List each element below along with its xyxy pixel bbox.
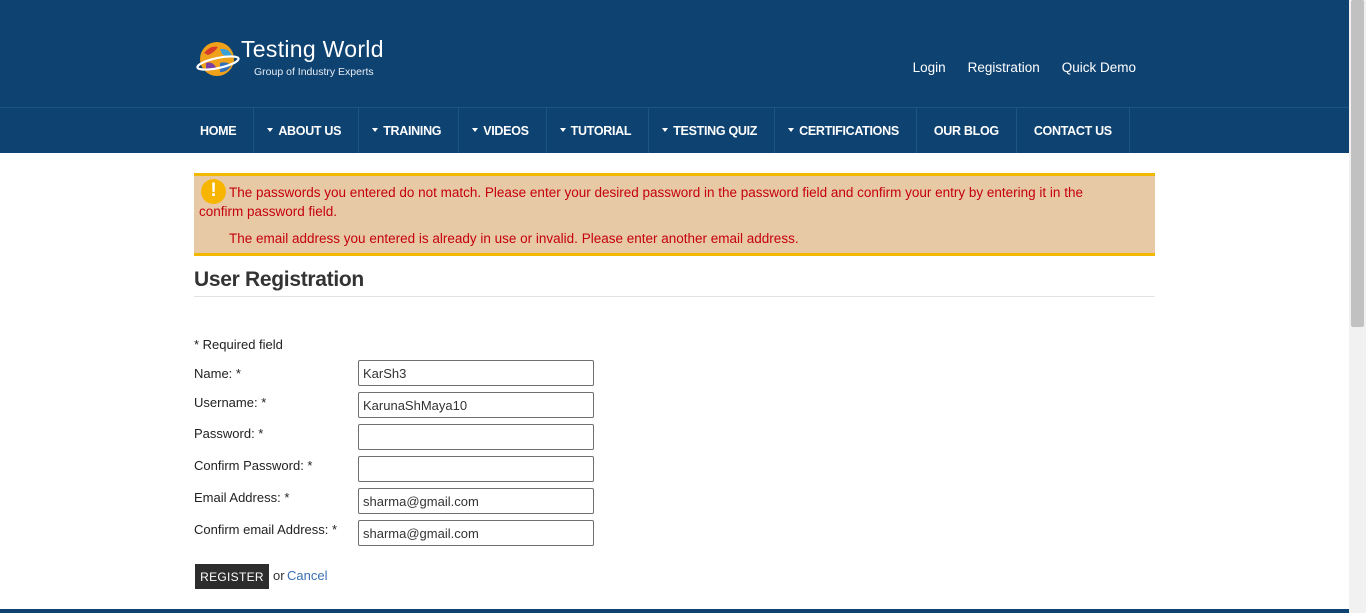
registration-link[interactable]: Registration (968, 60, 1040, 75)
scrollbar-thumb[interactable] (1351, 0, 1364, 327)
caret-down-icon (559, 127, 566, 132)
password-mismatch-error: The passwords you entered do not match. … (199, 185, 1083, 219)
nav-contact-us-label: CONTACT US (1033, 123, 1112, 138)
site-logo[interactable]: Testing World Group of Industry Experts (196, 36, 406, 82)
caret-down-icon (267, 127, 274, 132)
nav-about-us-label: ABOUT US (278, 123, 342, 138)
password-label: Password: * (194, 426, 264, 441)
login-link[interactable]: Login (913, 60, 946, 75)
logo-title: Testing World (241, 36, 384, 62)
caret-down-icon (472, 127, 479, 132)
page-title: User Registration (194, 268, 364, 291)
nav-contact-us[interactable]: CONTACT US (1017, 108, 1130, 153)
nav-home-label: HOME (200, 123, 237, 138)
logo-subtitle: Group of Industry Experts (254, 66, 374, 78)
header-links: Login Registration Quick Demo (891, 60, 1136, 75)
username-label: Username: * (194, 395, 267, 410)
name-label: Name: * (194, 366, 241, 381)
page: Testing World Group of Industry Experts … (0, 0, 1366, 613)
footer-strip (0, 609, 1349, 613)
or-separator: or (273, 568, 285, 583)
error-message-box: The passwords you entered do not match. … (194, 173, 1155, 256)
title-divider (194, 296, 1155, 297)
nav-testing-quiz-label: TESTING QUIZ (673, 123, 758, 138)
site-header: Testing World Group of Industry Experts … (0, 0, 1349, 107)
name-input[interactable] (358, 360, 594, 386)
caret-down-icon (372, 127, 379, 132)
nav-tutorial-label: TUTORIAL (570, 123, 632, 138)
username-input[interactable] (358, 392, 594, 418)
globe-logo-icon (196, 42, 240, 76)
nav-training[interactable]: TRAINING (359, 108, 460, 153)
nav-videos[interactable]: VIDEOS (459, 108, 547, 153)
email-in-use-error: The email address you entered is already… (229, 231, 799, 246)
nav-home[interactable]: HOME (195, 108, 255, 153)
confirm-email-label: Confirm email Address: * (194, 522, 338, 537)
vertical-scrollbar[interactable] (1349, 0, 1366, 613)
register-button[interactable]: REGISTER (195, 564, 269, 589)
nav-training-label: TRAINING (383, 123, 442, 138)
nav-about-us[interactable]: ABOUT US (254, 108, 360, 153)
nav-our-blog-label: OUR BLOG (933, 123, 999, 138)
quick-demo-link[interactable]: Quick Demo (1062, 60, 1136, 75)
email-input[interactable] (358, 488, 594, 514)
password-input[interactable] (358, 424, 594, 450)
cancel-link[interactable]: Cancel (287, 568, 327, 583)
email-label: Email Address: * (194, 490, 290, 505)
nav-certifications-label: CERTIFICATIONS (799, 123, 899, 138)
nav-videos-label: VIDEOS (483, 123, 529, 138)
confirm-password-input[interactable] (358, 456, 594, 482)
nav-our-blog[interactable]: OUR BLOG (917, 108, 1017, 153)
nav-testing-quiz[interactable]: TESTING QUIZ (649, 108, 776, 153)
nav-certifications[interactable]: CERTIFICATIONS (775, 108, 917, 153)
nav-tutorial[interactable]: TUTORIAL (547, 108, 650, 153)
required-field-note: * Required field (194, 337, 283, 352)
main-nav: HOME ABOUT US TRAINING VIDEOS TUTORIAL T… (0, 107, 1349, 153)
confirm-email-input[interactable] (358, 520, 594, 546)
warning-icon (201, 179, 226, 204)
confirm-password-label: Confirm Password: * (194, 458, 313, 473)
caret-down-icon (662, 127, 669, 132)
caret-down-icon (788, 127, 795, 132)
